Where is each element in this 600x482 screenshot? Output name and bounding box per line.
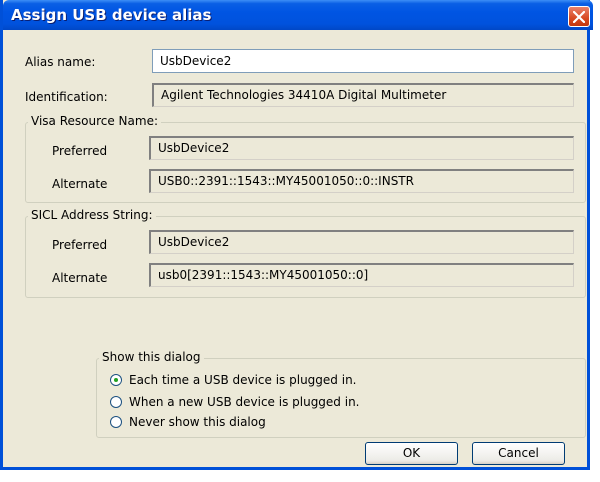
- visa-alternate-field: USB0::2391::1543::MY45001050::0::INSTR: [149, 169, 574, 193]
- sicl-alternate-label: Alternate: [52, 271, 108, 285]
- identification-label: Identification:: [25, 90, 108, 104]
- dialog-window: Assign USB device alias Alias name: UsbD…: [0, 0, 593, 470]
- radio-selected-dot: [114, 378, 118, 382]
- show-dialog-legend: Show this dialog: [99, 350, 204, 364]
- radio-button[interactable]: [110, 374, 122, 386]
- sicl-preferred-field: UsbDevice2: [149, 230, 574, 254]
- visa-alternate-label: Alternate: [52, 177, 108, 191]
- visa-preferred-field: UsbDevice2: [149, 136, 574, 160]
- close-icon: [573, 11, 585, 23]
- radio-button[interactable]: [110, 416, 122, 428]
- radio-button[interactable]: [110, 396, 122, 408]
- window-title: Assign USB device alias: [11, 6, 212, 24]
- radio-label: When a new USB device is plugged in.: [129, 395, 360, 409]
- visa-preferred-label: Preferred: [52, 144, 108, 158]
- visa-resource-legend: Visa Resource Name:: [28, 114, 161, 128]
- identification-field: Agilent Technologies 34410A Digital Mult…: [152, 83, 574, 107]
- radio-label: Never show this dialog: [129, 415, 266, 429]
- alias-label: Alias name:: [25, 55, 96, 69]
- close-button[interactable]: [568, 6, 590, 27]
- alias-input[interactable]: UsbDevice2: [152, 49, 574, 73]
- radio-label: Each time a USB device is plugged in.: [129, 373, 357, 387]
- cancel-button[interactable]: Cancel: [472, 442, 565, 465]
- sicl-alternate-field: usb0[2391::1543::MY45001050::0]: [149, 263, 574, 287]
- sicl-preferred-label: Preferred: [52, 238, 108, 252]
- ok-button[interactable]: OK: [365, 442, 458, 465]
- title-bar[interactable]: Assign USB device alias: [3, 0, 593, 30]
- sicl-address-legend: SICL Address String:: [28, 208, 156, 222]
